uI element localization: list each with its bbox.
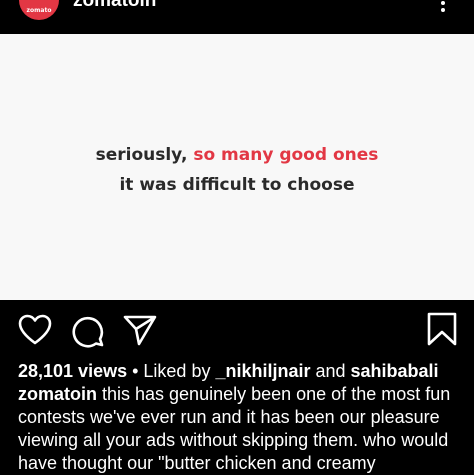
liked-and: and xyxy=(310,361,351,381)
heart-icon[interactable] xyxy=(18,314,52,346)
action-bar xyxy=(0,306,474,356)
liked-by-label: Liked by xyxy=(143,361,216,381)
post-image-text: seriously, so many good ones it was diff… xyxy=(0,140,474,200)
stats-line: 28,101 views • Liked by _nikhiljnair and… xyxy=(18,360,468,383)
caption: zomatoin this has genuinely been one of … xyxy=(18,383,468,475)
bookmark-icon[interactable] xyxy=(427,312,457,346)
post-header: zomato zomatoin xyxy=(0,0,474,34)
stats-separator: • xyxy=(127,361,144,381)
liker-1-link[interactable]: _nikhiljnair xyxy=(215,361,310,381)
post-line-2: it was difficult to choose xyxy=(119,175,355,195)
post-line-1: seriously, so many good ones xyxy=(0,140,474,170)
header-username[interactable]: zomatoin xyxy=(73,0,156,11)
caption-username[interactable]: zomatoin xyxy=(18,384,97,404)
more-icon[interactable] xyxy=(437,0,449,12)
comment-icon[interactable] xyxy=(71,314,105,348)
views-count[interactable]: 28,101 views xyxy=(18,361,127,381)
liker-2-link[interactable]: sahibabali xyxy=(351,361,439,381)
caption-area: 28,101 views • Liked by _nikhiljnair and… xyxy=(18,360,468,475)
avatar-logo-text: zomato xyxy=(26,7,52,14)
avatar[interactable]: zomato xyxy=(19,0,59,20)
share-icon[interactable] xyxy=(123,314,157,346)
post-line-1-prefix: seriously, xyxy=(95,145,194,165)
post-line-1-accent: so many good ones xyxy=(193,145,379,165)
